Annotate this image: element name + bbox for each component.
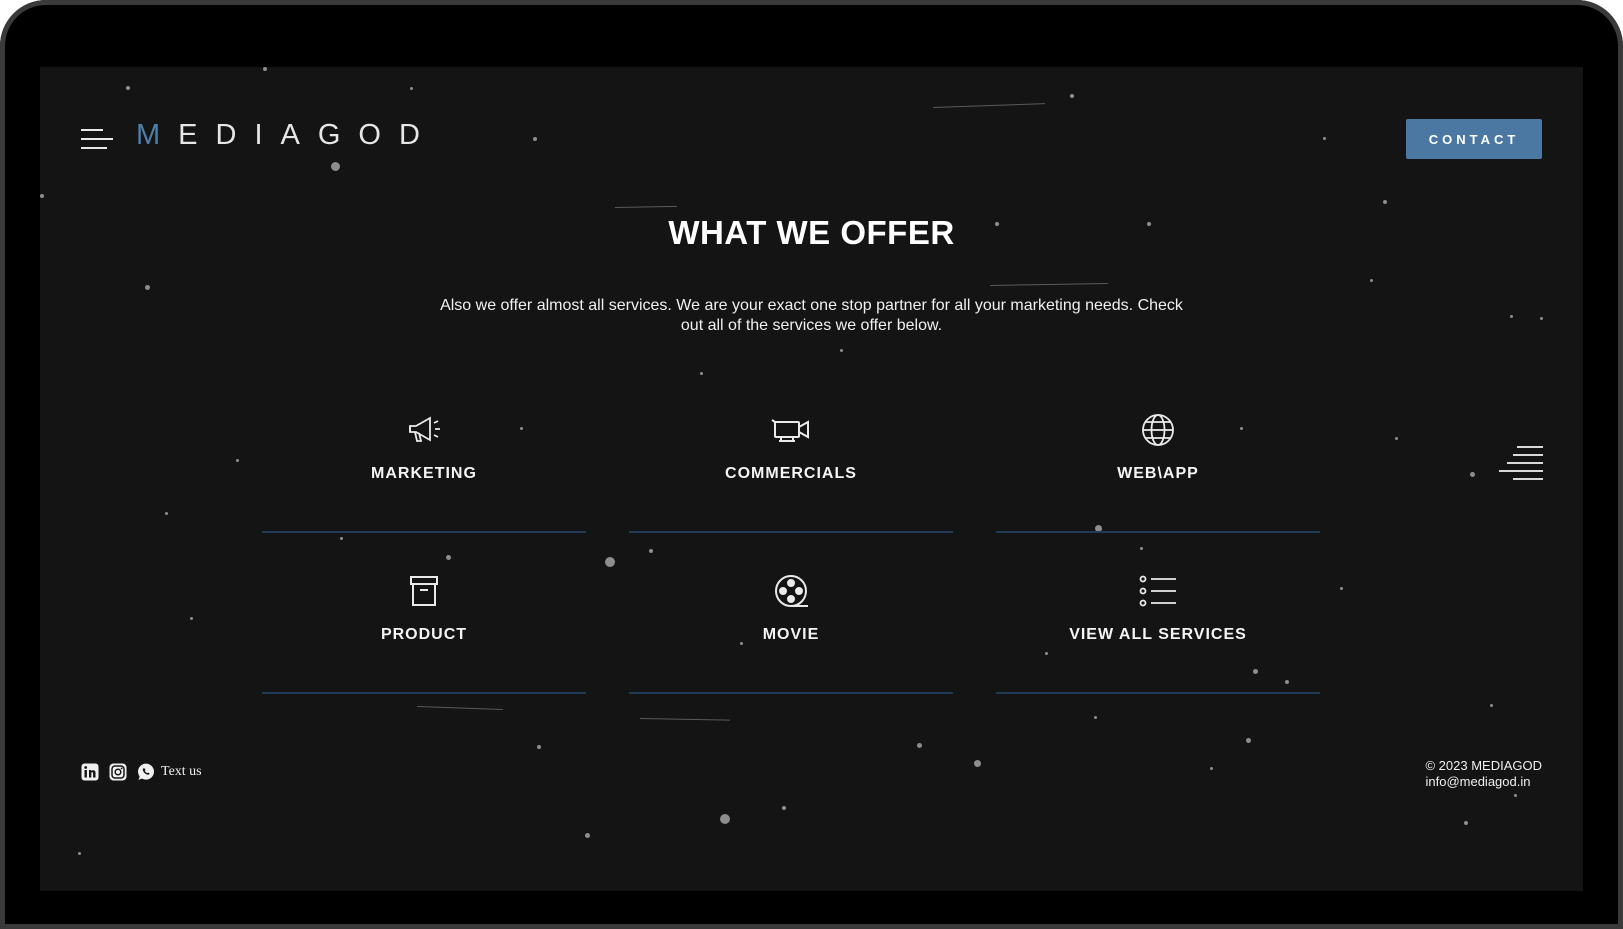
copyright-text: © 2023 MEDIAGOD <box>1425 758 1542 773</box>
star-streak <box>416 706 503 711</box>
video-camera-icon <box>771 419 809 442</box>
star-dot <box>585 833 590 838</box>
side-menu-icon[interactable] <box>1499 446 1543 482</box>
linkedin-icon[interactable] <box>81 763 99 781</box>
star-streak <box>932 103 1045 108</box>
card-underline <box>996 692 1320 694</box>
section-subtitle: Also we offer almost all services. We ar… <box>440 297 1183 334</box>
star-dot <box>1470 472 1475 477</box>
star-dot <box>782 806 786 810</box>
star-dot <box>840 349 843 352</box>
star-streak <box>989 282 1108 286</box>
footer-info: © 2023 MEDIAGOD info@mediagod.in <box>1425 758 1542 790</box>
service-label: VIEW ALL SERVICES <box>1069 626 1247 643</box>
star-dot <box>190 617 193 620</box>
email-link[interactable]: info@mediagod.in <box>1425 774 1542 790</box>
star-dot <box>974 760 981 767</box>
service-label: COMMERCIALS <box>725 465 857 482</box>
section-title: WHAT WE OFFER <box>668 214 955 251</box>
star-dot <box>1464 821 1468 825</box>
service-label: MARKETING <box>371 465 477 482</box>
list-icon <box>1139 575 1176 607</box>
star-dot <box>145 285 150 290</box>
star-dot <box>649 549 653 553</box>
card-underline <box>996 531 1320 533</box>
star-dot <box>1094 716 1097 719</box>
megaphone-icon <box>409 416 440 442</box>
star-dot <box>537 745 541 749</box>
star-dot <box>126 86 130 90</box>
star-dot <box>1510 315 1513 318</box>
logo-first-letter: M <box>136 119 179 151</box>
star-dot <box>340 537 343 540</box>
logo[interactable]: MEDIAGOD <box>136 119 438 152</box>
star-dot <box>446 555 451 560</box>
star-dot <box>917 743 922 748</box>
service-card-product[interactable]: PRODUCT <box>262 571 586 697</box>
star-dot <box>533 137 537 141</box>
instagram-icon[interactable] <box>109 763 127 781</box>
star-dot <box>1140 547 1143 550</box>
service-card-webapp[interactable]: WEB\APP <box>996 410 1320 536</box>
star-dot <box>1514 794 1517 797</box>
service-card-marketing[interactable]: MARKETING <box>262 410 586 536</box>
logo-rest: EDIAGOD <box>178 119 438 151</box>
star-dot <box>1540 317 1543 320</box>
star-dot <box>165 512 168 515</box>
social-links: Text us <box>81 763 202 781</box>
service-card-commercials[interactable]: COMMERCIALS <box>629 410 953 536</box>
star-dot <box>410 87 413 90</box>
star-dot <box>1340 587 1343 590</box>
card-underline <box>629 692 953 694</box>
star-dot <box>1370 279 1373 282</box>
service-label: PRODUCT <box>380 626 468 643</box>
card-underline <box>262 531 586 533</box>
service-card-view-all[interactable]: VIEW ALL SERVICES <box>996 571 1320 697</box>
star-dot <box>263 67 267 71</box>
service-label: WEB\APP <box>1117 465 1199 482</box>
star-dot <box>236 459 239 462</box>
contact-button[interactable]: CONTACT <box>1406 119 1542 159</box>
text-us-link[interactable]: Text us <box>161 764 202 780</box>
star-dot <box>40 194 44 198</box>
star-streak <box>639 718 730 721</box>
star-dot <box>1383 200 1387 204</box>
laptop-frame: MEDIAGOD CONTACT WHAT WE OFFER Also we o… <box>0 0 1623 929</box>
star-dot <box>1490 704 1493 707</box>
hamburger-menu-icon[interactable] <box>81 129 113 151</box>
star-dot <box>1210 767 1213 770</box>
website-screen: MEDIAGOD CONTACT WHAT WE OFFER Also we o… <box>40 67 1583 891</box>
whatsapp-icon[interactable] <box>137 763 155 781</box>
service-card-movie[interactable]: MOVIE <box>629 571 953 697</box>
star-dot <box>1246 738 1251 743</box>
star-dot <box>700 372 703 375</box>
card-underline <box>262 692 586 694</box>
film-reel-icon <box>775 575 808 607</box>
star-dot <box>1070 94 1074 98</box>
star-dot <box>331 162 340 171</box>
star-streak <box>614 205 677 208</box>
star-dot <box>605 557 615 567</box>
card-underline <box>629 531 953 533</box>
star-dot <box>720 814 730 824</box>
archive-box-icon <box>410 576 438 606</box>
star-dot <box>78 852 81 855</box>
star-dot <box>1323 137 1326 140</box>
star-dot <box>1395 437 1398 440</box>
service-label: MOVIE <box>762 626 820 643</box>
globe-icon <box>1142 414 1174 446</box>
